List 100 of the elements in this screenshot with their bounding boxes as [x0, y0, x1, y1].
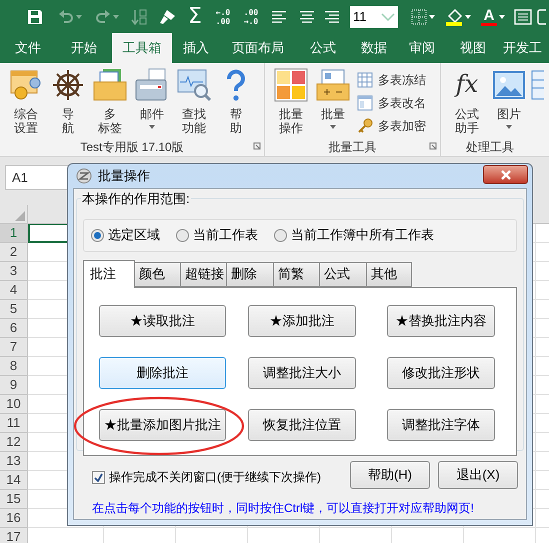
ribbon-tab[interactable]: 页面布局: [220, 33, 296, 63]
dialog-tab[interactable]: 删除: [226, 262, 274, 286]
name-box[interactable]: A1: [5, 165, 70, 190]
picture-icon: [492, 68, 526, 102]
action-button[interactable]: 删除批注: [99, 356, 226, 388]
ribbon-button[interactable]: 批量 操作: [270, 68, 312, 138]
action-button[interactable]: 修改批注形状: [387, 356, 495, 388]
action-button[interactable]: ★替换批注内容: [387, 304, 495, 336]
row-header[interactable]: 12: [0, 433, 28, 452]
dialog-button[interactable]: 帮助(H): [350, 461, 430, 489]
group-label: 处理工具: [466, 139, 514, 156]
ribbon-button[interactable]: 多表冻结: [355, 70, 428, 90]
action-button[interactable]: 恢复批注位置: [248, 408, 356, 440]
row-header[interactable]: 8: [0, 357, 28, 376]
dialog-tab[interactable]: 简繁: [273, 262, 320, 286]
row-header[interactable]: 3: [0, 262, 28, 281]
ribbon-tab[interactable]: 工具箱: [112, 33, 172, 63]
check-icon: [94, 472, 103, 482]
decimal-icon[interactable]: ←.0 .00: [216, 8, 230, 26]
ribbon-button[interactable]: 综合 设置: [5, 68, 47, 138]
row-header[interactable]: 5: [0, 300, 28, 319]
toolbar-icon[interactable]: [536, 8, 546, 24]
row-header[interactable]: 16: [0, 509, 28, 528]
row-header[interactable]: 7: [0, 338, 28, 357]
decimal-icon[interactable]: .00 →.0: [244, 8, 258, 26]
dialog-button[interactable]: 退出(X): [438, 461, 518, 489]
ribbon-button[interactable]: 图片: [488, 68, 530, 138]
row-header[interactable]: 9: [0, 376, 28, 395]
ribbon-tab[interactable]: 公式: [296, 33, 350, 63]
group-label: 本操作的作用范围:: [81, 190, 191, 208]
row-header[interactable]: 11: [0, 414, 28, 433]
ribbon-button[interactable]: 多 标签: [89, 68, 131, 138]
ribbon-tab[interactable]: 视图: [446, 33, 500, 63]
hint-text: 在点击每个功能的按钮时，同时按住Ctrl键，可以直接打开对应帮助网页!: [91, 500, 475, 517]
document-icon: [530, 68, 544, 102]
ribbon-tab[interactable]: 开发工: [500, 33, 542, 63]
wrap-text-icon[interactable]: [514, 8, 532, 24]
row-header[interactable]: 14: [0, 471, 28, 490]
close-button[interactable]: [483, 165, 528, 184]
ribbon-button[interactable]: 批量: [312, 68, 354, 138]
ribbon-button[interactable]: 查找 功能: [173, 68, 215, 138]
window-icon: [357, 95, 373, 111]
row-header[interactable]: 4: [0, 281, 28, 300]
group-label: Test专用版 17.10版: [80, 139, 184, 156]
table-icon: [357, 72, 373, 88]
ship-wheel-icon: [51, 68, 85, 102]
ribbon-button[interactable]: 多表加密: [355, 116, 428, 136]
sum-icon[interactable]: Σ: [188, 6, 202, 28]
align-center-icon[interactable]: [299, 8, 315, 24]
ribbon-tab[interactable]: 文件: [0, 33, 56, 63]
row-header[interactable]: 15: [0, 490, 28, 509]
dialog-tab[interactable]: 其他: [366, 262, 412, 286]
radio-option[interactable]: 当前工作表: [176, 225, 258, 245]
action-button[interactable]: 调整批注字体: [387, 408, 495, 440]
ribbon-tab[interactable]: 开始: [56, 33, 112, 63]
borders-icon[interactable]: [410, 8, 426, 24]
row-header[interactable]: 17: [0, 528, 28, 543]
ribbon-button[interactable]: 帮 助: [215, 68, 257, 138]
close-icon: [500, 170, 510, 180]
ribbon-button[interactable]: 多表改名: [355, 93, 428, 113]
ribbon-tab[interactable]: 数据: [350, 33, 398, 63]
action-button[interactable]: ★批量添加图片批注: [99, 408, 226, 440]
radio-option[interactable]: 当前工作簿中所有工作表: [274, 225, 434, 245]
window-title: 批量操作: [98, 167, 150, 186]
align-left-icon[interactable]: [271, 8, 287, 24]
fill-color-icon[interactable]: [445, 8, 463, 26]
mailbox-icon: [135, 68, 169, 102]
dialog-tab[interactable]: 公式: [319, 262, 367, 286]
chevron-icon: [381, 12, 395, 20]
key-icon: [357, 118, 373, 134]
app-icon: [76, 168, 92, 184]
select-all-icon: [15, 211, 25, 221]
ribbon-button[interactable]: 邮件: [131, 68, 173, 138]
action-button[interactable]: 调整批注大小: [248, 356, 356, 388]
tiles-icon: [274, 68, 308, 102]
ribbon-tab[interactable]: 插入: [172, 33, 220, 63]
action-button[interactable]: ★添加批注: [248, 304, 356, 336]
keep-open-checkbox[interactable]: 操作完成不关闭窗口(便于继续下次操作): [92, 468, 321, 486]
row-header[interactable]: 6: [0, 319, 28, 338]
action-button[interactable]: ★读取批注: [99, 304, 226, 336]
ribbon-button[interactable]: fx 公式 助手: [446, 68, 488, 138]
ribbon-tab[interactable]: 审阅: [398, 33, 446, 63]
folder-icon: [93, 68, 127, 102]
card-box-icon: [316, 68, 350, 102]
brush-icon[interactable]: [158, 8, 176, 24]
dialog-tab[interactable]: 批注: [83, 260, 135, 288]
dialog-tab[interactable]: 颜色: [134, 262, 181, 286]
dialog-tab[interactable]: 超链接: [180, 262, 227, 286]
radio-option[interactable]: 选定区域: [91, 225, 160, 245]
settings-icon: [9, 68, 43, 102]
row-header[interactable]: 1: [0, 224, 28, 243]
function-icon: fx: [456, 68, 478, 102]
row-header[interactable]: 13: [0, 452, 28, 471]
row-header[interactable]: 2: [0, 243, 28, 262]
font-size-field[interactable]: 11: [350, 6, 398, 28]
group-label: 批量工具: [328, 139, 376, 156]
ribbon-button[interactable]: 导 航: [47, 68, 89, 138]
align-right-icon[interactable]: [324, 8, 340, 24]
save-icon[interactable]: [27, 8, 43, 24]
row-header[interactable]: 10: [0, 395, 28, 414]
